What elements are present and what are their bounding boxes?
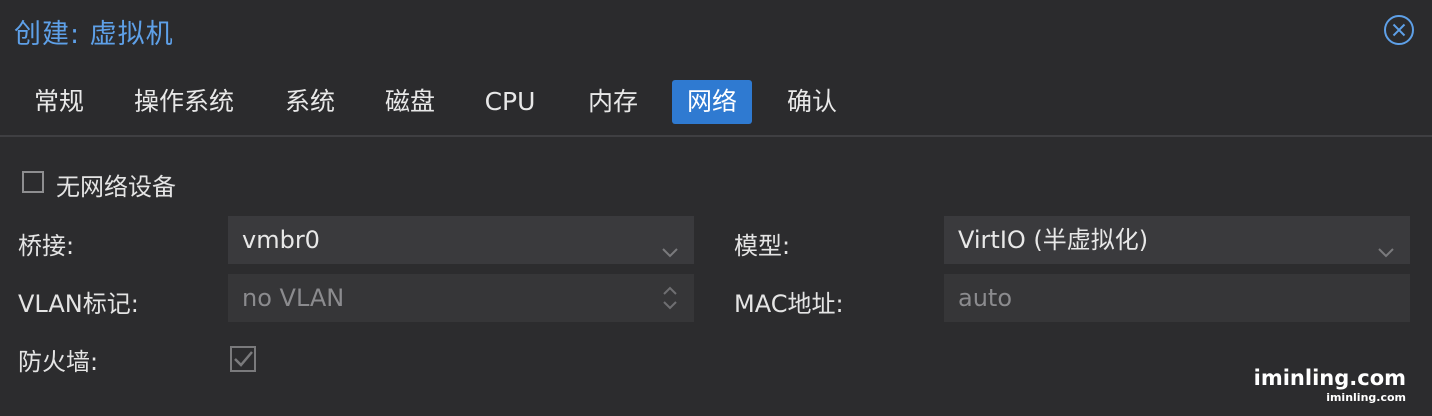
vlan-tag-input[interactable]: no VLAN — [228, 274, 694, 322]
tab-disk[interactable]: 磁盘 — [373, 80, 447, 124]
watermark-small: iminling.com — [1326, 391, 1406, 404]
bridge-label: 桥接: — [18, 232, 75, 260]
close-icon[interactable] — [1383, 14, 1415, 46]
model-select[interactable]: VirtIO (半虚拟化) — [944, 216, 1410, 264]
dialog-title: 创建: 虚拟机 — [14, 19, 174, 50]
vlan-tag-label: VLAN标记: — [18, 290, 139, 318]
tab-cpu[interactable]: CPU — [472, 80, 548, 124]
tab-confirm[interactable]: 确认 — [775, 80, 849, 124]
model-value: VirtIO (半虚拟化) — [958, 226, 1149, 254]
tab-memory[interactable]: 内存 — [576, 80, 650, 124]
network-panel: 无网络设备 桥接: vmbr0 模型: VirtIO (半虚拟化) VLAN标记… — [0, 137, 1432, 416]
tab-system[interactable]: 系统 — [273, 80, 347, 124]
vlan-tag-placeholder: no VLAN — [242, 284, 345, 312]
spinner-arrows-icon[interactable] — [660, 282, 680, 314]
checkmark-icon — [234, 351, 253, 367]
mac-address-input[interactable]: auto — [944, 274, 1410, 322]
wizard-tabs: 常规 操作系统 系统 磁盘 CPU 内存 网络 确认 — [0, 76, 1432, 126]
tab-network[interactable]: 网络 — [672, 80, 752, 124]
no-network-device-label: 无网络设备 — [56, 173, 176, 201]
dialog-titlebar: 创建: 虚拟机 — [0, 0, 1432, 64]
tab-os[interactable]: 操作系统 — [122, 80, 246, 124]
bridge-value: vmbr0 — [242, 226, 320, 254]
model-label: 模型: — [734, 232, 791, 260]
watermark-large: iminling.com — [1253, 366, 1406, 390]
create-vm-dialog: 创建: 虚拟机 常规 操作系统 系统 磁盘 CPU 内存 网络 确认 无网络设备… — [0, 0, 1432, 416]
chevron-down-icon — [660, 230, 680, 258]
mac-address-placeholder: auto — [958, 284, 1013, 312]
firewall-label: 防火墙: — [18, 348, 99, 376]
firewall-checkbox[interactable] — [230, 346, 256, 372]
mac-address-label: MAC地址: — [734, 290, 844, 318]
tab-general[interactable]: 常规 — [22, 80, 96, 124]
watermark: iminling.com iminling.com — [1254, 366, 1406, 406]
bridge-select[interactable]: vmbr0 — [228, 216, 694, 264]
no-network-device-checkbox[interactable] — [22, 171, 44, 193]
chevron-down-icon — [1376, 230, 1396, 258]
